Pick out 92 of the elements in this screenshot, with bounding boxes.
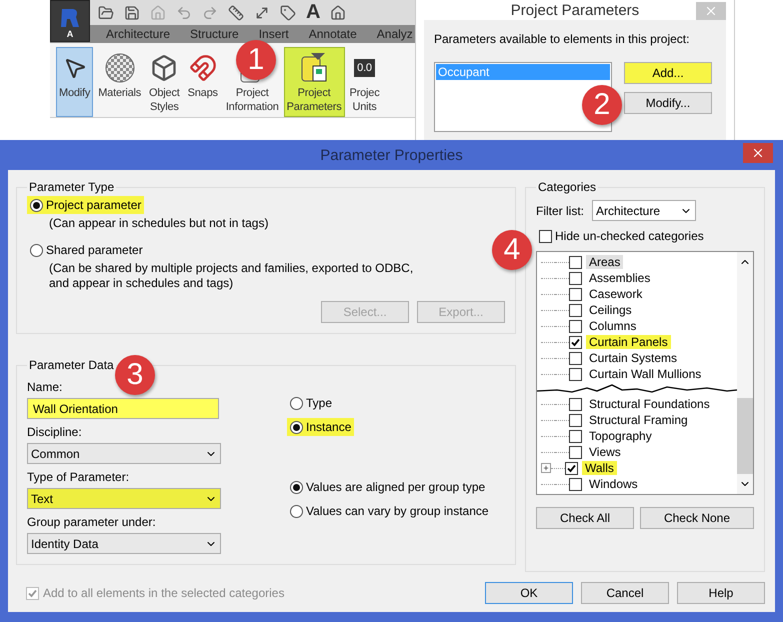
checkbox[interactable] bbox=[569, 430, 582, 442]
field-label: Discipline: bbox=[27, 425, 83, 439]
checkbox[interactable] bbox=[569, 478, 582, 490]
category-item[interactable]: Curtain Systems bbox=[586, 351, 680, 365]
cubes-icon bbox=[150, 54, 178, 82]
ribbon-tool[interactable]: Modify bbox=[56, 47, 94, 117]
ribbon-tool[interactable]: Projec Units bbox=[350, 86, 380, 114]
checkbox[interactable] bbox=[565, 462, 578, 474]
category-item[interactable]: Windows bbox=[586, 477, 641, 491]
logo bbox=[59, 7, 81, 29]
category-item[interactable]: Casework bbox=[586, 287, 646, 301]
group-title: Parameter Type bbox=[28, 180, 116, 194]
category-item[interactable]: Columns bbox=[586, 319, 640, 333]
dialog-title: Parameter Properties bbox=[320, 146, 463, 164]
scrollbar[interactable] bbox=[737, 252, 753, 494]
field-label: Type of Parameter: bbox=[27, 470, 130, 484]
category-item[interactable]: Structural Foundations bbox=[586, 397, 713, 411]
field-label: Name: bbox=[27, 380, 64, 394]
category-item[interactable]: Views bbox=[586, 445, 624, 459]
option-note: (Can be shared by multiple projects and families, exported to ODBC, and appear in schedules and tags) bbox=[48, 261, 414, 291]
save-icon[interactable] bbox=[124, 4, 140, 21]
sphere-icon bbox=[104, 53, 135, 83]
ruler-icon[interactable] bbox=[228, 4, 244, 21]
ribbon-tool[interactable]: Object Styles bbox=[149, 86, 180, 114]
checkbox[interactable] bbox=[569, 398, 582, 410]
dialog-button[interactable]: Cancel bbox=[581, 582, 669, 604]
checkbox[interactable] bbox=[569, 256, 582, 268]
category-item[interactable]: Curtain Panels bbox=[586, 335, 671, 349]
close-icon bbox=[751, 146, 765, 160]
radio-option[interactable]: Values can vary by group instance bbox=[287, 502, 492, 520]
close-icon bbox=[704, 4, 718, 18]
units-icon: 0.0 bbox=[354, 59, 375, 77]
ribbon-tool[interactable]: Project Information bbox=[226, 86, 279, 114]
radio-option[interactable]: Project parameter bbox=[27, 196, 144, 214]
category-item[interactable]: Ceilings bbox=[586, 303, 635, 317]
checkbox[interactable] bbox=[569, 272, 582, 284]
dialog-button[interactable]: Check None bbox=[640, 507, 754, 529]
filter-label: Filter list: bbox=[536, 204, 584, 218]
dimension-icon[interactable] bbox=[254, 4, 270, 21]
field-label: Group parameter under: bbox=[27, 515, 157, 529]
magnet-icon bbox=[188, 54, 217, 82]
checkbox[interactable] bbox=[539, 230, 552, 242]
checkbox[interactable] bbox=[569, 352, 582, 364]
ribbon-tab[interactable]: Structure bbox=[190, 27, 239, 42]
house-icon[interactable] bbox=[330, 4, 346, 21]
ribbon-tab[interactable]: Architecture bbox=[106, 27, 170, 42]
radio-option[interactable]: Type bbox=[287, 394, 336, 412]
dropdown[interactable]: Text bbox=[27, 488, 221, 509]
app-button[interactable]: A bbox=[50, 0, 90, 42]
checkbox[interactable] bbox=[569, 320, 582, 332]
list-label: Parameters available to elements in this project: bbox=[434, 32, 690, 46]
dialog-button[interactable]: Help bbox=[677, 582, 765, 604]
category-item[interactable]: Structural Framing bbox=[586, 413, 691, 427]
dialog-button[interactable]: Add... bbox=[624, 62, 712, 84]
category-item[interactable]: Walls bbox=[582, 461, 617, 475]
radio-option[interactable]: Values are aligned per group type bbox=[287, 478, 488, 496]
ribbon-tab[interactable]: Annotate bbox=[308, 27, 357, 42]
radio-option[interactable]: Instance bbox=[287, 418, 354, 436]
checkbox[interactable] bbox=[569, 288, 582, 300]
dropdown[interactable]: Identity Data bbox=[27, 533, 221, 554]
checkbox-option[interactable]: Hide un-checked categories bbox=[536, 227, 707, 245]
dialog-button[interactable]: Check All bbox=[536, 507, 634, 529]
checkbox[interactable] bbox=[569, 368, 582, 380]
dropdown[interactable]: Common bbox=[27, 443, 221, 464]
checkbox[interactable] bbox=[569, 414, 582, 426]
radio-option[interactable]: Shared parameter bbox=[27, 241, 146, 259]
ribbon-tab[interactable]: Analyz bbox=[376, 27, 413, 42]
option-note: (Can appear in schedules but not in tags) bbox=[48, 216, 270, 231]
close-button[interactable] bbox=[743, 143, 773, 163]
dialog-button[interactable]: Modify... bbox=[624, 92, 712, 114]
checkbox[interactable] bbox=[569, 446, 582, 458]
text-tool[interactable]: A bbox=[306, 1, 320, 24]
checkbox[interactable] bbox=[569, 304, 582, 316]
expand-button[interactable]: + bbox=[541, 463, 551, 473]
ribbon-tab[interactable]: Insert bbox=[258, 27, 289, 42]
category-item[interactable]: Assemblies bbox=[586, 271, 654, 285]
group-title: Categories bbox=[537, 180, 598, 194]
dialog-button[interactable]: OK bbox=[485, 582, 573, 604]
ribbon-tool[interactable]: Snaps bbox=[188, 86, 218, 100]
dialog-title: Project Parameters bbox=[510, 2, 640, 18]
category-item[interactable]: Curtain Wall Mullions bbox=[586, 367, 704, 381]
input-field[interactable]: Wall Orientation bbox=[27, 398, 219, 419]
open-folder-icon[interactable] bbox=[98, 4, 114, 21]
category-item[interactable]: Areas bbox=[586, 255, 624, 269]
scroll-icon bbox=[299, 52, 330, 84]
group-title: Parameter Data bbox=[28, 358, 115, 372]
dropdown[interactable]: Architecture bbox=[592, 200, 696, 221]
tag-icon[interactable] bbox=[280, 4, 296, 21]
ribbon-tool[interactable]: Project Parameters bbox=[284, 47, 345, 117]
category-item[interactable]: Topography bbox=[586, 429, 655, 443]
ribbon-tool[interactable]: Materials bbox=[98, 86, 142, 100]
checkbox[interactable] bbox=[569, 336, 582, 348]
